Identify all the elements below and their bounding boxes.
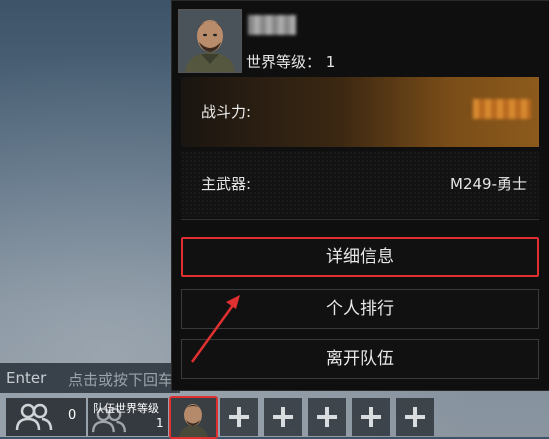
player-info-popup: 世界等级： 1 战斗力: 主武器: M249-勇士 详细信息 个人排行 离开队伍 <box>171 0 549 391</box>
plus-icon <box>405 407 425 427</box>
leave-team-button[interactable]: 离开队伍 <box>181 339 539 379</box>
player-name-censored <box>248 15 296 35</box>
combat-power-panel: 战斗力: <box>181 77 539 147</box>
empty-slot-4[interactable] <box>352 398 390 436</box>
main-weapon-panel: 主武器: M249-勇士 <box>181 151 539 217</box>
main-weapon-label: 主武器: <box>201 175 252 193</box>
world-level: 世界等级： 1 <box>246 51 335 72</box>
personal-rank-button[interactable]: 个人排行 <box>181 289 539 329</box>
combat-power-value-censored <box>473 99 531 119</box>
empty-slot-5[interactable] <box>396 398 434 436</box>
player-avatar <box>178 9 242 73</box>
team-world-level-value: 1 <box>156 416 164 430</box>
divider <box>181 219 539 220</box>
detail-info-button[interactable]: 详细信息 <box>181 237 539 277</box>
world-level-label: 世界等级： <box>246 53 322 71</box>
plus-icon <box>273 407 293 427</box>
online-friends-button[interactable]: 0 <box>6 398 86 436</box>
team-member-slot-selected[interactable] <box>169 396 218 439</box>
people-icon <box>15 403 53 431</box>
online-count: 0 <box>68 408 77 423</box>
plus-icon <box>361 407 381 427</box>
chat-bar[interactable]: Enter 点击或按下回车 <box>0 363 180 393</box>
world-level-value: 1 <box>325 53 336 71</box>
plus-icon <box>229 407 249 427</box>
empty-slot-1[interactable] <box>220 398 258 436</box>
main-weapon-value: M249-勇士 <box>450 175 527 193</box>
combat-power-label: 战斗力: <box>201 103 252 121</box>
empty-slot-2[interactable] <box>264 398 302 436</box>
player-portrait-icon <box>179 10 241 72</box>
empty-slot-3[interactable] <box>308 398 346 436</box>
team-world-level-label: 队伍世界等级 <box>93 402 159 415</box>
chat-enter-label: Enter <box>6 369 47 387</box>
plus-icon <box>317 407 337 427</box>
chat-hint: 点击或按下回车 <box>68 371 174 389</box>
member-avatar-icon <box>171 398 216 437</box>
team-info[interactable]: 队伍世界等级 1 <box>88 398 168 436</box>
